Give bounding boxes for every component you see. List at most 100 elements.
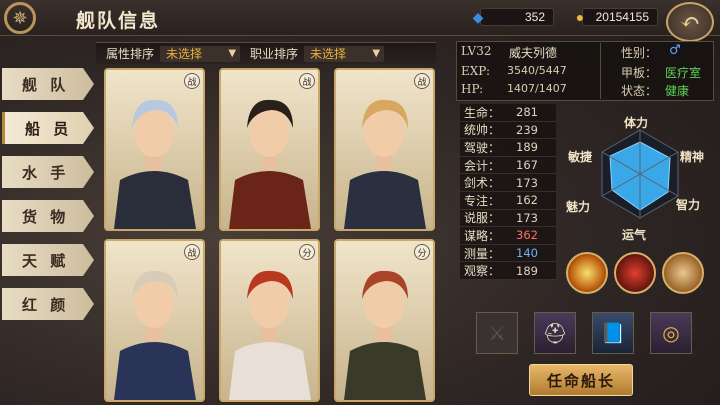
job-sort-select[interactable]: 未选择 ▼ <box>304 45 385 62</box>
hp-value: 1407/1407 <box>507 82 567 95</box>
crew-portrait <box>221 70 318 229</box>
stat-value: 162 <box>516 193 538 208</box>
side-tabs: 舰 队 船 员 水 手 货 物 天 赋 红 颜 <box>2 68 94 332</box>
crew-portrait <box>106 241 203 400</box>
divider <box>600 43 601 99</box>
class-badge: 分 <box>414 244 430 260</box>
crew-portrait <box>106 70 203 229</box>
appoint-captain-button[interactable]: 任命船长 <box>529 364 633 396</box>
stat-row: 统帅： 239 <box>460 121 556 140</box>
stat-row: 谋略： 362 <box>460 227 556 245</box>
stat-label: 统帅： <box>464 123 501 138</box>
job-sort-label: 职业排序 <box>250 47 299 61</box>
gender-label: 性别： <box>621 46 658 60</box>
class-badge: 分 <box>299 244 315 260</box>
crew-card[interactable]: 战 <box>219 68 320 231</box>
tab-cargo[interactable]: 货 物 <box>2 200 94 232</box>
stat-label: 生命： <box>464 105 501 120</box>
skill-row <box>566 252 704 294</box>
stat-value: 281 <box>516 105 538 120</box>
sort-bar: 属性排序 未选择 ▼ 职业排序 未选择 ▼ <box>96 42 436 64</box>
back-button[interactable]: ↶ <box>666 2 714 42</box>
gold-coin-icon: ● <box>575 9 585 25</box>
male-icon: ♂ <box>669 43 681 58</box>
stat-label: 谋略： <box>464 228 501 243</box>
stat-label: 测量： <box>464 246 501 261</box>
book-equip-icon[interactable]: 📘 <box>592 312 634 354</box>
deck-value: 医疗室 <box>665 66 702 80</box>
stat-row: 生命： 281 <box>460 104 556 122</box>
level: LV32 <box>461 44 492 58</box>
stat-label: 观察： <box>464 264 501 279</box>
stat-row: 会计： 167 <box>460 156 556 175</box>
status-label: 状态： <box>621 84 658 98</box>
radar-label-agility: 敏捷 <box>568 150 593 164</box>
crew-portrait <box>221 241 318 400</box>
attr-sort-value: 未选择 <box>166 47 203 61</box>
stat-value: 189 <box>516 263 538 278</box>
necklace-equip-icon[interactable]: ◎ <box>650 312 692 354</box>
back-arrow-icon: ↶ <box>679 8 701 36</box>
crew-name: 威夫列德 <box>509 46 558 60</box>
exp-value: 3540/5447 <box>507 64 567 77</box>
crew-card[interactable]: 战 <box>104 68 205 231</box>
job-sort-value: 未选择 <box>310 47 347 61</box>
crew-info-panel: LV32 威夫列德 EXP: 3540/5447 HP: 1407/1407 性… <box>456 41 714 101</box>
class-badge: 战 <box>414 73 430 89</box>
class-badge: 战 <box>184 244 200 260</box>
stat-value: 362 <box>516 228 538 243</box>
stat-row: 剑术： 173 <box>460 174 556 192</box>
tab-talent[interactable]: 天 赋 <box>2 244 94 276</box>
stat-label: 会计： <box>464 158 501 173</box>
status-value: 健康 <box>665 84 690 98</box>
crew-card[interactable]: 战 <box>334 68 435 231</box>
stat-row: 说服： 173 <box>460 209 556 228</box>
stat-row: 测量： 140 <box>460 244 556 263</box>
crew-card[interactable]: 分 <box>219 239 320 402</box>
skill-icon-explosion[interactable] <box>566 252 608 294</box>
tab-beauty[interactable]: 红 颜 <box>2 288 94 320</box>
weapon-slot-empty-icon[interactable]: ⚔ <box>476 312 518 354</box>
gem-counter: ◆ 352 <box>473 8 554 26</box>
stat-row: 观察： 189 <box>460 262 556 280</box>
crew-portrait <box>336 70 433 229</box>
gold-value: 20154155 <box>595 10 649 24</box>
stat-row: 专注： 162 <box>460 191 556 210</box>
radar-label-stamina: 体力 <box>624 116 649 130</box>
stat-value: 239 <box>516 122 538 137</box>
gem-value: 352 <box>524 10 545 24</box>
equipment-row: ⚔ ⛑ 📘 ◎ <box>476 312 692 354</box>
attribute-radar: 体力 精神 智力 运气 魅力 敏捷 <box>562 112 718 248</box>
radar-label-spirit: 精神 <box>680 150 705 164</box>
stat-value: 173 <box>516 175 538 190</box>
stat-label: 说服： <box>464 211 501 226</box>
attr-sort-label: 属性排序 <box>106 47 155 61</box>
stat-label: 剑术： <box>464 176 501 191</box>
class-badge: 战 <box>299 73 315 89</box>
crew-portrait <box>336 241 433 400</box>
radar-label-intellect: 智力 <box>676 198 701 212</box>
ship-wheel-icon[interactable]: ✵ <box>4 2 36 34</box>
class-badge: 战 <box>184 73 200 89</box>
tab-fleet[interactable]: 舰 队 <box>2 68 94 100</box>
stat-value: 167 <box>516 158 538 173</box>
radar-label-luck: 运气 <box>622 228 647 242</box>
stat-row: 驾驶： 189 <box>460 139 556 157</box>
page-title: 舰队信息 <box>76 10 161 32</box>
gem-icon: ◆ <box>472 8 484 25</box>
helmet-equip-icon[interactable]: ⛑ <box>534 312 576 354</box>
tab-crew[interactable]: 船 员 <box>2 112 94 144</box>
tab-sailors[interactable]: 水 手 <box>2 156 94 188</box>
stat-label: 专注： <box>464 193 501 208</box>
exp-label: EXP: <box>461 64 490 78</box>
gold-counter: ● 20154155 <box>576 8 658 26</box>
header-bar: ✵ 舰队信息 ◆ 352 ● 20154155 ↶ <box>0 0 720 42</box>
crew-card[interactable]: 战 <box>104 239 205 402</box>
attr-sort-select[interactable]: 未选择 ▼ <box>160 45 241 62</box>
stat-value: 189 <box>516 140 538 155</box>
skill-icon-pirate-hat[interactable] <box>614 252 656 294</box>
stat-list: 生命： 281 统帅： 239 驾驶： 189 会计： 167 剑术： 173 专注： 162 说服： 1… <box>460 104 556 280</box>
crew-card[interactable]: 分 <box>334 239 435 402</box>
skill-icon-map[interactable] <box>662 252 704 294</box>
hp-label: HP: <box>461 82 484 96</box>
